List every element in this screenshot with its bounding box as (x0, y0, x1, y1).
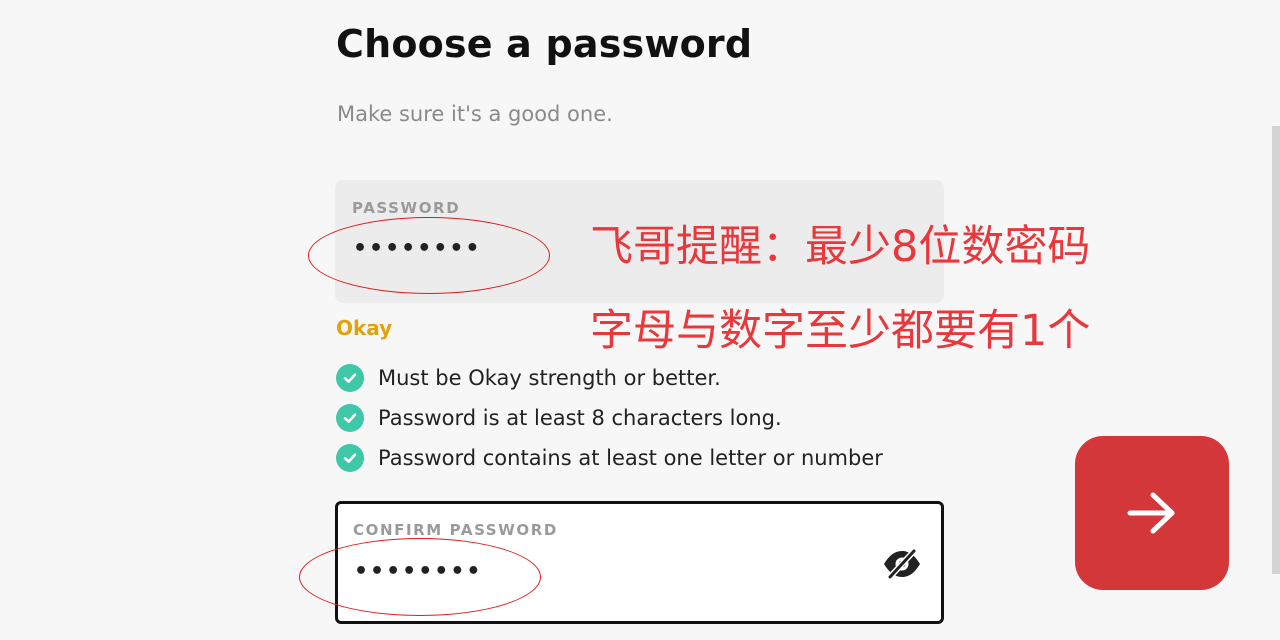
requirement-item: Password is at least 8 characters long. (336, 398, 883, 438)
check-circle-icon (336, 444, 364, 472)
annotation-circle-password (308, 217, 550, 294)
requirement-text: Password contains at least one letter or… (378, 446, 883, 470)
eye-slash-icon[interactable] (881, 548, 923, 580)
arrow-right-icon (1127, 492, 1175, 534)
requirement-item: Password contains at least one letter or… (336, 438, 883, 478)
requirement-text: Password is at least 8 characters long. (378, 406, 782, 430)
check-circle-icon (336, 364, 364, 392)
password-label: PASSWORD (352, 199, 461, 217)
strength-indicator: Okay (336, 316, 393, 340)
check-circle-icon (336, 404, 364, 432)
requirement-item: Must be Okay strength or better. (336, 358, 883, 398)
page-title: Choose a password (336, 22, 753, 66)
page-subtitle: Make sure it's a good one. (337, 102, 613, 126)
next-button[interactable] (1075, 436, 1229, 590)
annotation-line-1: 飞哥提醒：最少8位数密码 (590, 222, 1091, 272)
annotation-circle-confirm (299, 538, 541, 616)
password-requirements: Must be Okay strength or better. Passwor… (336, 358, 883, 478)
annotation-line-2: 字母与数字至少都要有1个 (590, 306, 1091, 356)
confirm-password-label: CONFIRM PASSWORD (353, 521, 558, 539)
requirement-text: Must be Okay strength or better. (378, 366, 721, 390)
scrollbar[interactable] (1272, 126, 1280, 574)
